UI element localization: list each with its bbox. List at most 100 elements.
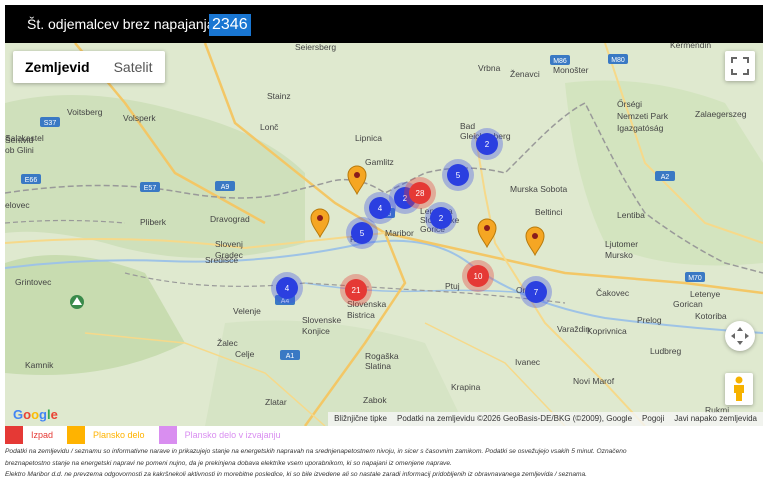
place-label: Monošter xyxy=(553,65,589,75)
cluster-count: 5 xyxy=(360,229,365,238)
place-label: Volsperk xyxy=(123,113,156,123)
cluster-count: 10 xyxy=(474,272,483,281)
cluster-count: 4 xyxy=(378,204,383,213)
place-label: Slatina xyxy=(365,361,391,371)
header-label: Št. odjemalcev brez napajanja: xyxy=(27,16,219,32)
cluster-count: 5 xyxy=(456,171,461,180)
disclaimer-line: Podatki na zemljevidu / seznamu so infor… xyxy=(5,448,627,455)
report-error-link[interactable]: Javi napako zemljevida xyxy=(674,412,757,426)
legend-swatch-outage xyxy=(5,426,23,444)
place-label: Zlatar xyxy=(265,397,287,407)
planned-work-cluster[interactable]: 7 xyxy=(520,276,552,308)
place-label: Ludbreg xyxy=(650,346,681,356)
place-label: Ivanec xyxy=(515,357,541,367)
outage-cluster[interactable]: 28 xyxy=(404,177,436,209)
place-label: Konjice xyxy=(302,326,330,336)
place-label: Slovenske xyxy=(302,315,341,325)
cluster-count: 4 xyxy=(285,284,290,293)
place-label: Seiersberg xyxy=(295,43,336,52)
svg-text:M80: M80 xyxy=(611,57,625,64)
google-logo: Google xyxy=(13,407,58,422)
planned-work-cluster[interactable]: 4 xyxy=(271,272,303,304)
planned-work-cluster[interactable]: 2 xyxy=(425,202,457,234)
planned-work-cluster[interactable]: 2 xyxy=(471,128,503,160)
tab-map[interactable]: Zemljevid xyxy=(13,51,102,83)
road-shield: M80 xyxy=(608,54,628,64)
place-label: Vrbna xyxy=(478,63,501,73)
disclaimer: Podatki na zemljevidu / seznamu so infor… xyxy=(5,446,757,481)
terms-link[interactable]: Pogoji xyxy=(642,412,664,426)
map-canvas[interactable]: Seiersberg Kermendin Vrbna Ženavci Monošter S… xyxy=(5,43,763,426)
move-icon xyxy=(731,327,749,345)
cluster-count: 28 xyxy=(416,189,425,198)
place-label: Igazgatóság xyxy=(617,123,664,133)
place-label: Bistrica xyxy=(347,310,375,320)
road-shield: A2 xyxy=(655,171,675,181)
disclaimer-line: breznapetostno stanje na energetski napr… xyxy=(5,459,452,467)
pegman-icon xyxy=(734,376,744,401)
planned-work-cluster[interactable]: 5 xyxy=(442,159,474,191)
map-attribution: Bližnjične tipke Podatki na zemljevidu ©… xyxy=(328,412,763,426)
fullscreen-icon xyxy=(731,57,749,75)
place-label: Zalaegerszeg xyxy=(695,109,747,119)
place-label: Mursko xyxy=(605,250,633,260)
street-view-button[interactable] xyxy=(725,373,753,405)
camera-control-button[interactable] xyxy=(725,321,755,351)
road-shield: M86 xyxy=(550,55,570,65)
svg-text:A9: A9 xyxy=(221,184,230,191)
place-label: Letenye xyxy=(690,289,721,299)
place-label: Pliberk xyxy=(140,217,167,227)
road-shield: E57 xyxy=(140,182,160,192)
place-label: Maribor xyxy=(385,228,414,238)
place-label: Ženavci xyxy=(510,69,540,79)
cluster-count: 2 xyxy=(439,214,444,223)
fullscreen-button[interactable] xyxy=(725,51,755,81)
svg-text:S37: S37 xyxy=(44,120,57,127)
svg-text:M70: M70 xyxy=(688,275,702,282)
place-label: Zabok xyxy=(363,395,387,405)
place-label: Beltinci xyxy=(535,207,563,217)
place-label: Ptuj xyxy=(445,281,460,291)
place-label: Kotoriba xyxy=(695,311,727,321)
place-label: Celje xyxy=(235,349,255,359)
place-label: Bad xyxy=(460,121,475,131)
place-label: Gorican xyxy=(673,299,703,309)
cluster-count: 21 xyxy=(352,286,361,295)
map[interactable]: Seiersberg Kermendin Vrbna Ženavci Monošter S… xyxy=(5,43,763,426)
place-label: Slovenj xyxy=(215,239,243,249)
place-label: Nemzeti Park xyxy=(617,111,669,121)
svg-text:A1: A1 xyxy=(286,353,295,360)
place-label: Őrségi xyxy=(617,99,642,109)
legend-swatch-planned xyxy=(67,426,86,444)
svg-text:M86: M86 xyxy=(553,58,567,65)
place-label: Rogaška xyxy=(365,351,399,361)
road-shield: A1 xyxy=(280,350,300,360)
road-shield: A9 xyxy=(215,181,235,191)
place-label: Velenje xyxy=(233,306,261,316)
outage-count: 2346 xyxy=(209,14,251,36)
shortcuts-link[interactable]: Bližnjične tipke xyxy=(334,412,387,426)
place-label: Koprivnica xyxy=(587,326,627,336)
svg-text:A2: A2 xyxy=(661,174,670,181)
place-label: Kermendin xyxy=(670,43,711,50)
place-label: Novi Marof xyxy=(573,376,615,386)
place-label: Gamlitz xyxy=(365,157,394,167)
cluster-count: 2 xyxy=(485,140,490,149)
map-data-credit: Podatki na zemljevidu ©2026 GeoBasis-DE/… xyxy=(397,414,633,423)
place-label: Središće xyxy=(205,255,238,265)
svg-text:E57: E57 xyxy=(144,185,157,192)
place-label: Lonč xyxy=(260,122,279,132)
place-label: Kamnik xyxy=(25,360,54,370)
outage-cluster[interactable]: 21 xyxy=(340,274,372,306)
header-bar: Št. odjemalcev brez napajanja: 2346 xyxy=(5,5,763,43)
legend-item-outage: Izpad xyxy=(5,426,53,444)
tab-satellite[interactable]: Satelit xyxy=(102,51,165,83)
disclaimer-line: Elektro Maribor d.d. ne prevzema odgovor… xyxy=(5,471,588,478)
planned-work-cluster[interactable]: 5 xyxy=(346,217,378,249)
road-shield: S37 xyxy=(40,117,60,127)
outage-cluster[interactable]: 10 xyxy=(462,260,494,292)
legend-item-planned: Plansko delo xyxy=(67,426,145,444)
place-label: Krapina xyxy=(451,382,481,392)
legend-swatch-planned-active xyxy=(158,426,177,444)
place-label: Žalec xyxy=(217,338,239,348)
